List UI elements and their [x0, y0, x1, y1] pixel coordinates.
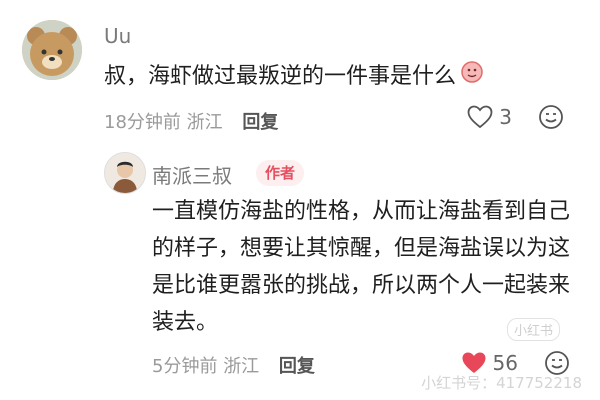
comment-text: 叔，海虾做过最叛逆的一件事是什么	[104, 58, 574, 96]
watermark-text: 小红书号：417752218	[421, 374, 582, 392]
author-badge: 作者	[256, 160, 305, 186]
shrimp-emoji-icon	[460, 59, 484, 96]
comment-meta: 5分钟前 浙江 回复	[152, 352, 315, 378]
like-count: 3	[499, 105, 512, 129]
comment-time: 5分钟前	[152, 356, 218, 377]
comment-username[interactable]: Uu	[104, 24, 131, 48]
bear-avatar-icon	[22, 20, 82, 80]
comment-location: 浙江	[186, 112, 223, 133]
comment-item: Uu 叔，海虾做过最叛逆的一件事是什么 18分钟前 浙江 回复 3	[0, 0, 600, 140]
reply-button[interactable]: 回复	[242, 112, 278, 133]
comment-meta: 18分钟前 浙江 回复	[104, 108, 278, 134]
reply-button[interactable]: 回复	[279, 356, 315, 377]
emoji-reaction-icon[interactable]	[538, 104, 564, 130]
comment-location: 浙江	[223, 356, 260, 377]
comment-text-body: 叔，海虾做过最叛逆的一件事是什么	[104, 64, 457, 89]
heart-outline-icon[interactable]	[467, 105, 493, 129]
comment-actions: 3	[467, 104, 564, 130]
watermark-logo: 小红书	[506, 318, 560, 341]
author-avatar-icon	[105, 153, 145, 193]
avatar[interactable]	[22, 20, 82, 80]
comment-username[interactable]: 南派三叔	[152, 160, 232, 189]
avatar[interactable]	[104, 152, 146, 194]
comment-time: 18分钟前	[104, 112, 181, 133]
